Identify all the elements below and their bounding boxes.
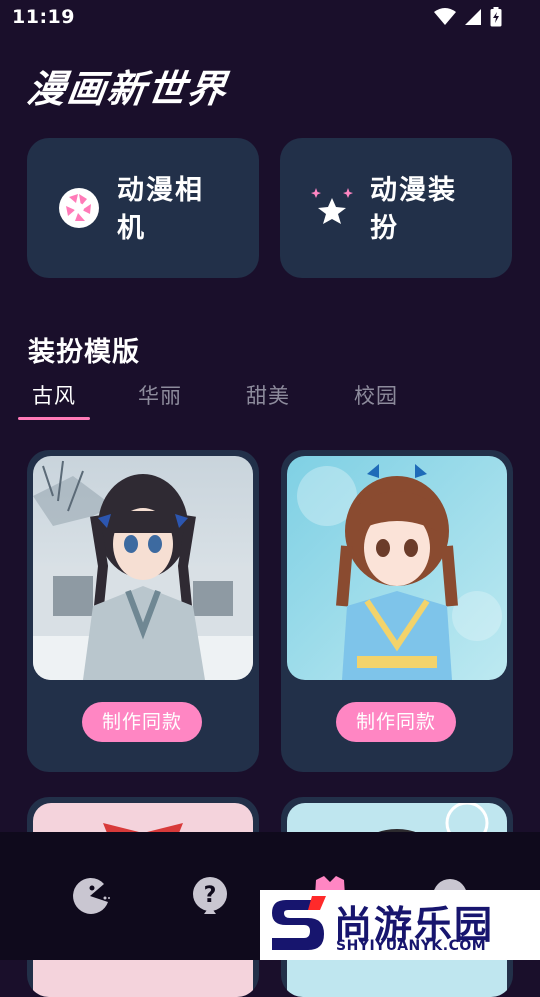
tab-sweet[interactable]: 甜美 (246, 380, 290, 410)
camera-aperture-icon (59, 188, 99, 228)
template-image-sweet-girl (287, 456, 507, 680)
active-tab-indicator (18, 417, 90, 420)
tab-campus[interactable]: 校园 (354, 380, 398, 410)
anime-camera-label: 动漫相机 (117, 175, 204, 244)
watermark-url: SHYIYUANYK.COM (336, 938, 487, 954)
anime-camera-card[interactable]: 动漫相机 (27, 138, 259, 278)
help-icon[interactable]: ? (190, 876, 230, 916)
status-bar: 11:19 (0, 0, 540, 36)
template-tabs: 古风 华丽 甜美 校园 (0, 376, 540, 422)
cellular-signal-icon (465, 9, 481, 25)
status-time: 11:19 (12, 6, 75, 28)
section-title: 装扮模版 (28, 337, 140, 368)
template-card[interactable]: 制作同款 (27, 450, 259, 772)
tab-gorgeous[interactable]: 华丽 (138, 380, 182, 410)
make-same-button[interactable]: 制作同款 (82, 702, 202, 742)
make-same-button[interactable]: 制作同款 (336, 702, 456, 742)
app-title: 漫画新世界 (24, 67, 231, 111)
watermark-s-logo-icon (272, 896, 326, 950)
svg-text:?: ? (204, 883, 217, 908)
sparkle-star-icon (311, 188, 353, 224)
pacman-icon[interactable] (70, 876, 110, 916)
watermark-logo: 尚游乐园 SHYIYUANYK.COM (260, 890, 540, 960)
status-icons (434, 7, 502, 27)
anime-dressup-card[interactable]: 动漫装扮 (280, 138, 512, 278)
template-card[interactable]: 制作同款 (281, 450, 513, 772)
anime-dressup-label: 动漫装扮 (370, 175, 457, 244)
battery-charging-icon (490, 7, 502, 27)
wifi-icon (434, 8, 456, 25)
tab-ancient[interactable]: 古风 (32, 380, 76, 410)
template-image-ancient-girl (33, 456, 253, 680)
